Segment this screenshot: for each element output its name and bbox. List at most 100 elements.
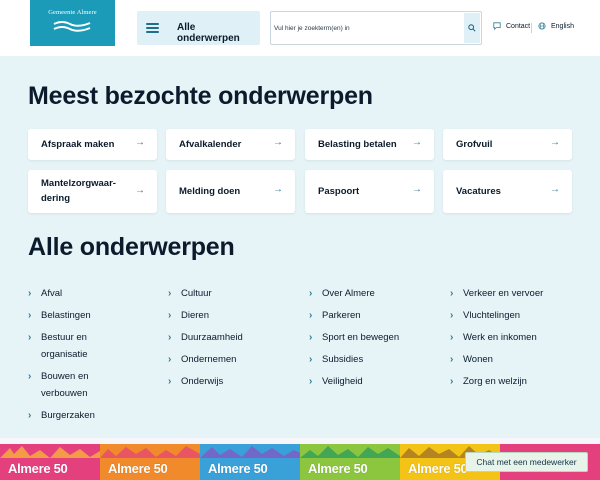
chat-with-employee-button[interactable]: Chat met een medewerker (465, 452, 588, 472)
chevron-right-icon: › (450, 332, 454, 343)
topic-label: Werk en inkomen (463, 332, 537, 343)
topic-label: Burgerzaken (41, 410, 95, 421)
arrow-right-icon: → (273, 184, 283, 195)
topic-link-duurzaamheid[interactable]: › Duurzaamheid (168, 329, 288, 346)
chevron-right-icon: › (309, 376, 313, 387)
topic-link-werk-en-inkomen[interactable]: › Werk en inkomen (450, 329, 590, 346)
topic-link-afval[interactable]: › Afval (28, 285, 108, 302)
logo-text: Gemeente Almere (48, 9, 97, 16)
card-label: Paspoort (318, 186, 360, 197)
search-input[interactable] (274, 13, 464, 43)
topic-label: Wonen (463, 354, 493, 365)
topic-link-veiligheid[interactable]: › Veiligheid (309, 373, 439, 390)
chevron-right-icon: › (168, 332, 172, 343)
topic-label: Sport en bewegen (322, 332, 400, 343)
contact-label: Contact (506, 22, 531, 30)
language-link[interactable]: English (538, 22, 574, 30)
card-label: Mantelzorgwaar-dering (41, 178, 116, 204)
topic-card-vacatures[interactable]: Vacatures → (443, 170, 572, 213)
most-visited-heading: Meest bezochte onderwerpen (28, 82, 373, 110)
topic-label: Vluchtelingen (463, 310, 521, 321)
arrow-right-icon: → (135, 185, 145, 196)
skyline-decoration-icon (0, 446, 100, 458)
all-topics-menu-button[interactable]: Alle onderwerpen (137, 11, 260, 45)
arrow-right-icon: → (135, 137, 145, 148)
topic-link-verkeer-en-vervoer[interactable]: › Verkeer en vervoer (450, 285, 590, 302)
topic-link-belastingen[interactable]: › Belastingen (28, 307, 108, 324)
chevron-right-icon: › (309, 310, 313, 321)
almere-50-tile: Almere 50 (200, 444, 300, 480)
banner-tile-text: Almere 50 (408, 461, 468, 476)
topic-card-mantelzorgwaardering[interactable]: Mantelzorgwaar-dering → (28, 170, 157, 213)
contact-link[interactable]: Contact (493, 22, 530, 30)
card-label: Grofvuil (456, 139, 493, 150)
topic-link-zorg-en-welzijn[interactable]: › Zorg en welzijn (450, 373, 590, 390)
chevron-right-icon: › (168, 288, 172, 299)
topic-card-melding-doen[interactable]: Melding doen → (166, 170, 295, 213)
topic-label: Zorg en welzijn (463, 376, 527, 387)
topic-label: Bouwen en verbouwen (41, 371, 89, 399)
topic-link-burgerzaken[interactable]: › Burgerzaken (28, 407, 108, 424)
all-topics-heading: Alle onderwerpen (28, 233, 235, 261)
topics-column-1: › Afval › Belastingen › Bestuur en organisa… (28, 285, 108, 424)
card-label: Belasting betalen (318, 139, 397, 150)
globe-icon (538, 22, 546, 30)
topic-link-cultuur[interactable]: › Cultuur (168, 285, 288, 302)
skyline-decoration-icon (300, 446, 400, 458)
chevron-right-icon: › (28, 410, 32, 421)
topic-card-paspoort[interactable]: Paspoort → (305, 170, 434, 213)
arrow-right-icon: → (273, 137, 283, 148)
banner-tile-text: Almere 50 (8, 461, 68, 476)
topics-column-4: › Verkeer en vervoer › Vluchtelingen › Werk… (450, 285, 590, 390)
almere-50-tile: Almere 50 (300, 444, 400, 480)
banner-tile-text: Almere 50 (208, 461, 268, 476)
chevron-right-icon: › (28, 332, 32, 343)
topic-label: Ondernemen (181, 354, 237, 365)
topic-label: Verkeer en vervoer (463, 288, 544, 299)
topics-column-3: › Over Almere › Parkeren › Sport en bewegen… (309, 285, 439, 390)
arrow-right-icon: → (550, 137, 560, 148)
topic-link-vluchtelingen[interactable]: › Vluchtelingen (450, 307, 590, 324)
chevron-right-icon: › (309, 332, 313, 343)
topic-label: Dieren (181, 310, 209, 321)
topic-link-subsidies[interactable]: › Subsidies (309, 351, 439, 368)
header-divider (531, 23, 532, 33)
search-button[interactable] (464, 13, 480, 43)
topic-label: Belastingen (41, 310, 91, 321)
topic-card-grofvuil[interactable]: Grofvuil → (443, 129, 572, 160)
topic-label: Duurzaamheid (181, 332, 243, 343)
language-label: English (551, 22, 574, 30)
topics-column-2: › Cultuur › Dieren › Duurzaamheid › Ondernem… (168, 285, 288, 390)
topic-label: Cultuur (181, 288, 212, 299)
topic-link-bestuur-en-organisatie[interactable]: › Bestuur en organisatie (28, 329, 108, 363)
topic-link-parkeren[interactable]: › Parkeren (309, 307, 439, 324)
topic-label: Veiligheid (322, 376, 363, 387)
chevron-right-icon: › (168, 310, 172, 321)
chevron-right-icon: › (450, 354, 454, 365)
card-label: Melding doen (179, 186, 241, 197)
topic-label: Over Almere (322, 288, 375, 299)
topic-link-dieren[interactable]: › Dieren (168, 307, 288, 324)
topic-card-belasting-betalen[interactable]: Belasting betalen → (305, 129, 434, 160)
site-header: Gemeente Almere Alle onderwerpen Contact… (0, 0, 600, 56)
skyline-decoration-icon (200, 446, 300, 458)
topic-label: Parkeren (322, 310, 361, 321)
gemeente-almere-logo[interactable]: Gemeente Almere (30, 0, 115, 46)
logo-wave-icon (53, 21, 91, 32)
topic-link-bouwen-en-verbouwen[interactable]: › Bouwen en verbouwen (28, 368, 108, 402)
chevron-right-icon: › (309, 354, 313, 365)
topic-label: Afval (41, 288, 63, 299)
arrow-right-icon: → (412, 184, 422, 195)
topic-link-wonen[interactable]: › Wonen (450, 351, 590, 368)
chevron-right-icon: › (28, 371, 32, 382)
topic-card-afvalkalender[interactable]: Afvalkalender → (166, 129, 295, 160)
topic-link-sport-en-bewegen[interactable]: › Sport en bewegen (309, 329, 439, 346)
chat-bubble-icon (493, 22, 501, 30)
chevron-right-icon: › (309, 288, 313, 299)
topic-link-ondernemen[interactable]: › Ondernemen (168, 351, 288, 368)
almere-50-tile: Almere 50 (0, 444, 100, 480)
topic-card-afspraak-maken[interactable]: Afspraak maken → (28, 129, 157, 160)
topic-link-onderwijs[interactable]: › Onderwijs (168, 373, 288, 390)
topic-link-over-almere[interactable]: › Over Almere (309, 285, 439, 302)
topic-label: Onderwijs (181, 376, 224, 387)
